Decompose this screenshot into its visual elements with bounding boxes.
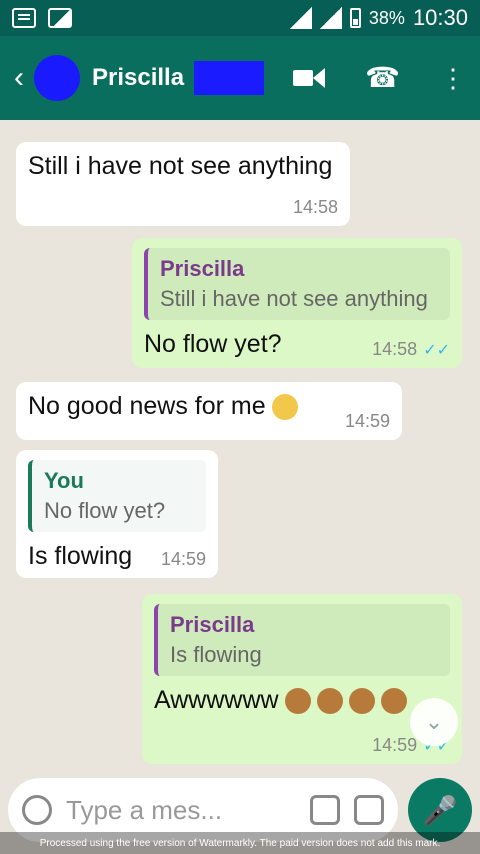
quoted-text: Still i have not see anything: [160, 286, 428, 311]
message-time: 14:58: [292, 197, 338, 217]
voice-call-icon[interactable]: ☎: [365, 64, 400, 92]
message-input[interactable]: Type a mes...: [66, 795, 296, 826]
message-notification-icon: [12, 8, 36, 28]
facepalm-emoji-icon: [284, 688, 311, 715]
facepalm-emoji-icon: [348, 688, 375, 715]
emoji-picker-icon[interactable]: [22, 795, 52, 825]
attach-icon[interactable]: [310, 795, 340, 825]
quoted-text: No flow yet?: [44, 498, 166, 523]
quoted-author: Priscilla: [160, 256, 245, 281]
microphone-icon: 🎤: [422, 794, 458, 826]
message-time: 14:58: [372, 339, 418, 359]
back-arrow-icon[interactable]: ‹: [14, 61, 24, 95]
facepalm-emoji-icon: [380, 688, 407, 715]
message-incoming[interactable]: No good news for me 14:59: [16, 382, 402, 440]
quoted-message[interactable]: You No flow yet?: [28, 460, 206, 532]
quoted-message[interactable]: Priscilla Still i have not see anything: [144, 248, 450, 320]
avatar[interactable]: [34, 55, 80, 101]
scroll-down-button[interactable]: ⌄: [410, 698, 458, 746]
status-bar: 38% 10:30: [0, 0, 480, 36]
chat-header: ‹ Priscilla ☎ ⋮: [0, 36, 480, 120]
message-incoming[interactable]: You No flow yet? Is flowing 14:59: [16, 450, 218, 578]
more-options-icon[interactable]: ⋮: [440, 65, 466, 91]
quoted-author: Priscilla: [170, 612, 255, 637]
video-call-icon[interactable]: [293, 68, 326, 88]
message-outgoing[interactable]: Priscilla Still i have not see anything …: [132, 238, 462, 368]
crying-face-emoji-icon: [271, 394, 298, 421]
message-text: Still i have not see anything: [28, 152, 333, 180]
conversation[interactable]: Still i have not see anything 14:58 Pris…: [0, 120, 480, 774]
camera-icon[interactable]: [354, 795, 384, 825]
contact-name[interactable]: Priscilla: [92, 64, 184, 92]
read-receipt-icon: ✓✓: [423, 342, 450, 359]
signal-icon: [319, 7, 342, 29]
signal-icon: [289, 7, 312, 29]
message-outgoing[interactable]: Priscilla Is flowing Awwwwww 14:59 ✓✓: [142, 594, 462, 764]
battery-icon: [349, 8, 361, 28]
facepalm-emoji-icon: [316, 688, 343, 715]
watermark-footer-note: Processed using the free version of Wate…: [0, 832, 480, 854]
redaction-mark: [194, 61, 265, 95]
message-text: Awwwwww: [154, 686, 279, 714]
quoted-text: Is flowing: [170, 642, 262, 667]
quoted-message[interactable]: Priscilla Is flowing: [154, 604, 450, 676]
image-notification-icon: [48, 8, 72, 28]
status-time: 10:30: [412, 5, 468, 30]
battery-percent: 38%: [368, 7, 405, 28]
message-time: 14:59: [344, 411, 390, 431]
message-text: No good news for me: [28, 392, 266, 420]
message-time: 14:59: [372, 735, 418, 755]
message-incoming[interactable]: Still i have not see anything 14:58: [16, 142, 350, 226]
message-time: 14:59: [160, 549, 206, 569]
quoted-author: You: [44, 468, 84, 493]
